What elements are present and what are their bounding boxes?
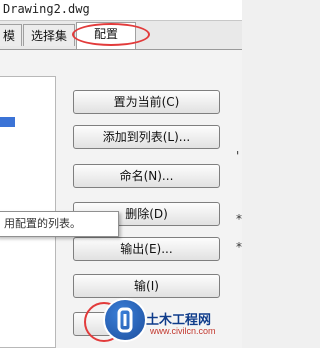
tooltip-text: 用配置的列表。 bbox=[4, 217, 81, 230]
selected-list-item[interactable] bbox=[0, 117, 15, 127]
edge-mark: * bbox=[236, 212, 242, 226]
add-to-list-button[interactable]: 添加到列表(L)... bbox=[73, 125, 220, 149]
window-title: Drawing2.dwg bbox=[3, 2, 90, 16]
set-current-button[interactable]: 置为当前(C) bbox=[73, 90, 220, 114]
watermark-url: www.civilcn.com bbox=[150, 326, 216, 336]
edge-mark: ' bbox=[236, 149, 240, 163]
edge-mark: * bbox=[236, 240, 242, 254]
watermark-logo-icon bbox=[103, 298, 147, 342]
tab-model[interactable]: 模 bbox=[0, 24, 22, 46]
export-button[interactable]: 输出(E)... bbox=[73, 237, 220, 261]
rename-button[interactable]: 命名(N)... bbox=[73, 164, 220, 188]
import-button[interactable]: 输(I) bbox=[73, 274, 220, 298]
tooltip: 用配置的列表。 bbox=[0, 211, 119, 237]
tab-selection-set[interactable]: 选择集 bbox=[23, 24, 75, 46]
highlight-ellipse bbox=[72, 23, 150, 46]
title-bar: Drawing2.dwg bbox=[0, 0, 242, 21]
